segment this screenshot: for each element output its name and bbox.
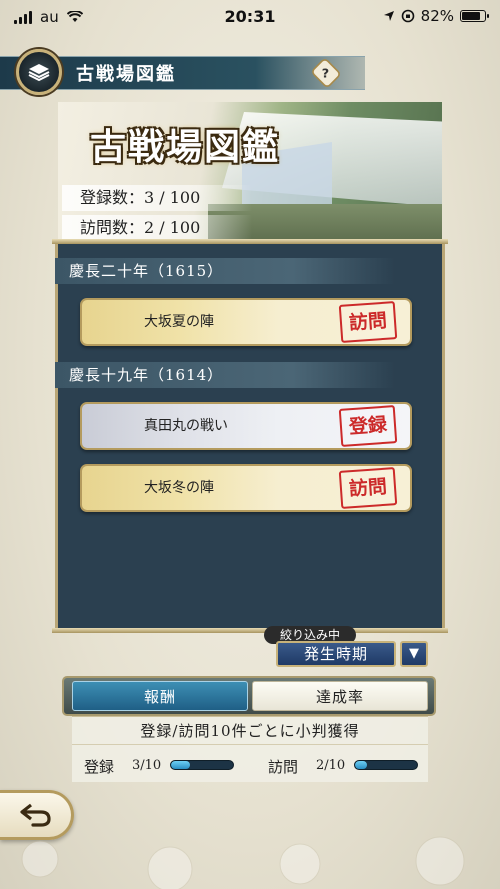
visited-stamp: 訪問 (338, 301, 398, 343)
registered-stamp: 登録 (338, 405, 398, 447)
help-icon: ? (322, 65, 330, 81)
group-header: 慶長二十年（1615） (55, 258, 395, 284)
rotation-lock-icon (401, 9, 414, 23)
filter-select[interactable]: 発生時期 (276, 641, 396, 667)
list-item[interactable]: 大坂冬の陣 訪問 (80, 464, 412, 512)
list-item[interactable]: 真田丸の戦い 登録 (80, 402, 412, 450)
tab-reward[interactable]: 報酬 (72, 681, 248, 711)
book-icon (16, 49, 62, 95)
chevron-down-icon[interactable]: ▼ (400, 641, 428, 667)
visit-progress-fill (355, 761, 368, 769)
status-bar: au 20:31 82% (0, 0, 500, 36)
visited-stamp: 訪問 (338, 467, 398, 509)
visited-count: 訪問数：2 / 100 (62, 215, 252, 241)
list-item-name: 真田丸の戦い (144, 418, 228, 434)
list-item[interactable]: 大坂夏の陣 訪問 (80, 298, 412, 346)
divider (72, 744, 428, 745)
battery-icon (460, 10, 489, 22)
register-progress-fill (171, 761, 190, 769)
flower-decoration (21, 836, 465, 889)
list-item-name: 大坂夏の陣 (144, 314, 214, 330)
battery-label: 82% (420, 7, 454, 25)
status-right: 82% (383, 7, 489, 25)
list-item-name: 大坂冬の陣 (144, 480, 214, 496)
tab-bar: 報酬 達成率 (62, 676, 436, 716)
tab-completion[interactable]: 達成率 (252, 681, 428, 711)
group-header: 慶長十九年（1614） (55, 362, 395, 388)
registered-count: 登録数：3 / 100 (62, 185, 252, 211)
reward-description: 登録/訪問10件ごとに小判獲得 (140, 722, 360, 740)
location-icon (383, 11, 394, 21)
banner-title: 古戦場図鑑 (90, 126, 281, 168)
page-title: 古戦場図鑑 (76, 64, 176, 85)
